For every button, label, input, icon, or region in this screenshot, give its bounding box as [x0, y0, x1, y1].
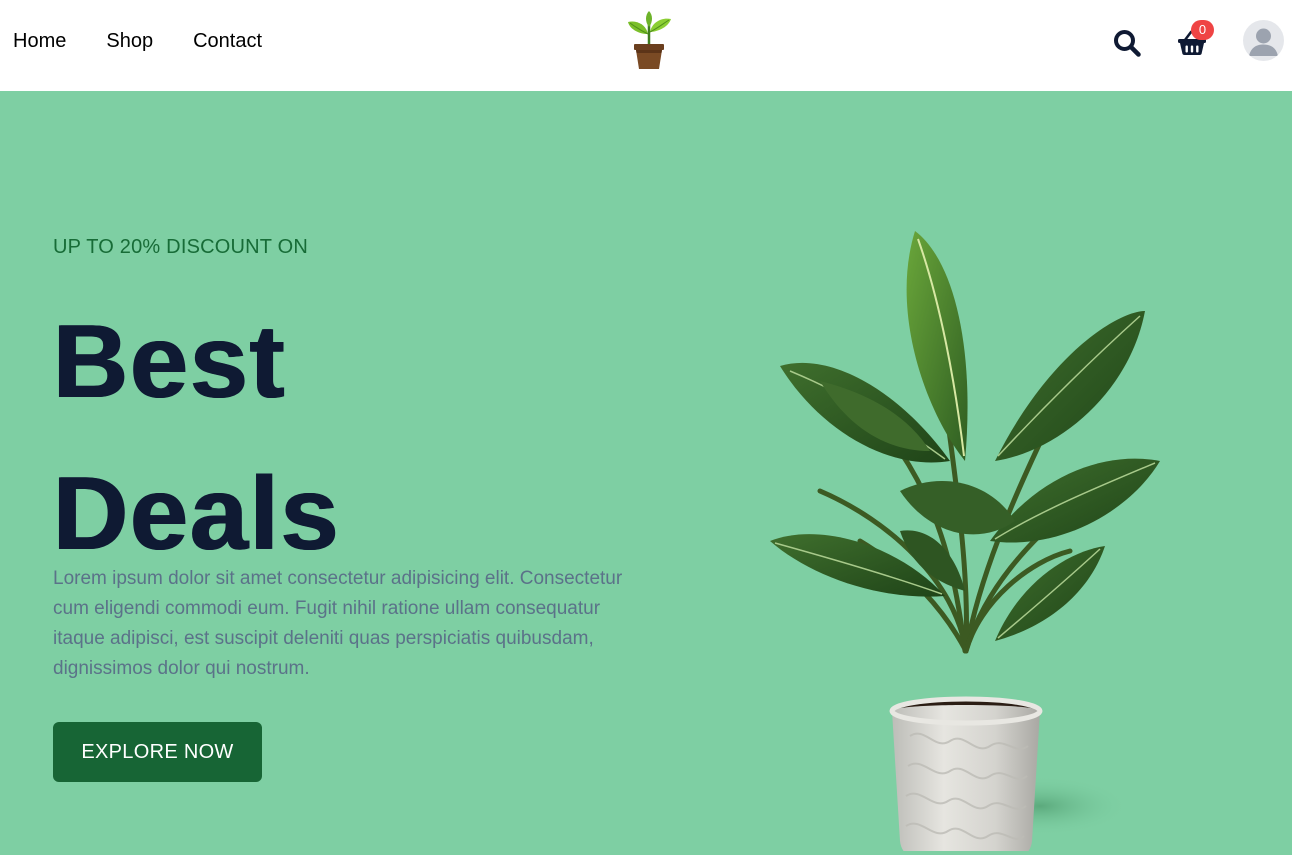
site-header: Home Shop Contact 0 — [0, 0, 1292, 91]
nav-link-home[interactable]: Home — [13, 29, 66, 53]
main-nav: Home Shop Contact — [13, 29, 262, 53]
user-avatar-icon[interactable] — [1243, 20, 1284, 61]
cart-count-badge: 0 — [1191, 20, 1214, 40]
hero-section: UP TO 20% DISCOUNT ON Best Deals Lorem i… — [0, 91, 1292, 855]
discount-eyebrow: UP TO 20% DISCOUNT ON — [53, 236, 309, 258]
search-icon[interactable] — [1113, 29, 1141, 57]
nav-link-shop[interactable]: Shop — [106, 29, 153, 53]
explore-now-button[interactable]: EXPLORE NOW — [53, 722, 262, 782]
potted-plant-image — [770, 231, 1160, 851]
hero-title-line-1: Best — [53, 304, 287, 420]
potted-sprout-icon[interactable] — [624, 10, 674, 72]
nav-link-contact[interactable]: Contact — [193, 29, 262, 53]
hero-description: Lorem ipsum dolor sit amet consectetur a… — [53, 568, 623, 679]
hero-title: Best Deals — [53, 286, 613, 590]
